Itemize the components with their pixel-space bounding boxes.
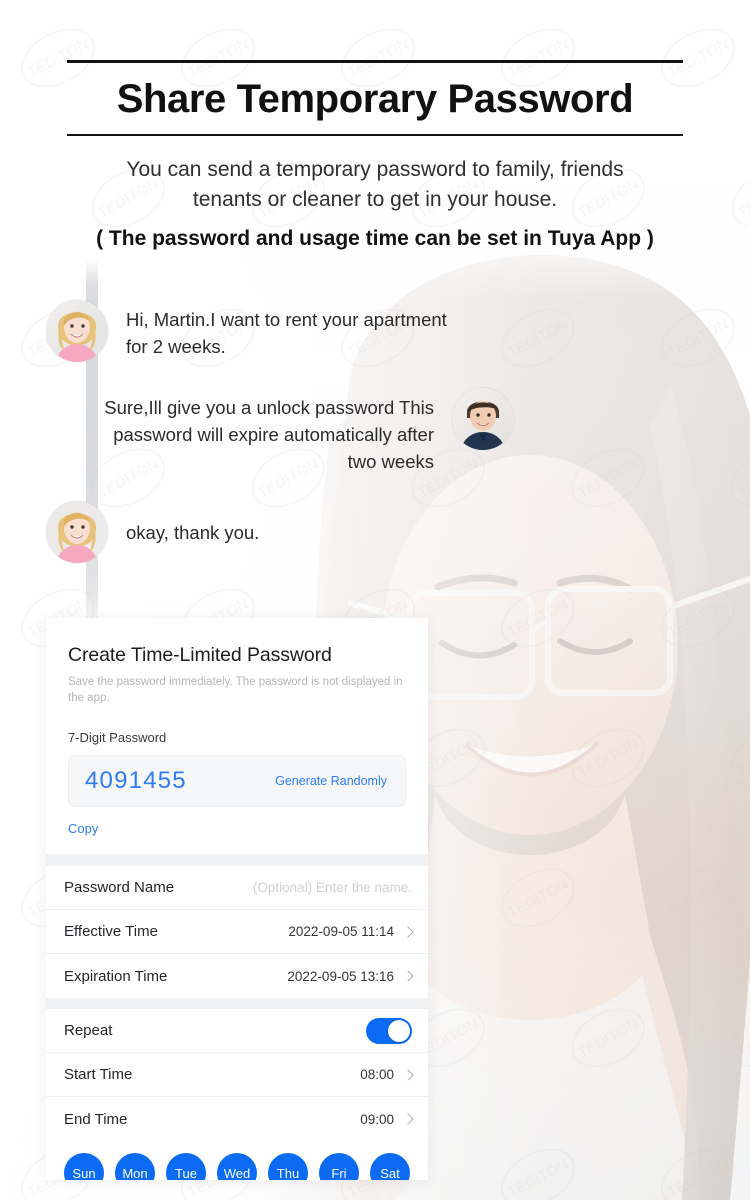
toggle-knob (388, 1019, 410, 1042)
weekday-wed[interactable]: Wed (217, 1153, 257, 1180)
chat-conversation: Hi, Martin.I want to rent your apartment… (0, 300, 750, 575)
row-time-0[interactable]: Start Time 08:00 (46, 1053, 428, 1098)
chevron-right-icon (402, 1113, 414, 1125)
row-placeholder[interactable]: (Optional) Enter the name. (253, 880, 412, 895)
weekday-sun[interactable]: Sun (64, 1153, 104, 1180)
card-title: Create Time-Limited Password (68, 644, 332, 666)
password-input-box[interactable]: 4091455 Generate Randomly (68, 755, 406, 808)
section-divider (46, 854, 428, 867)
row-value: 08:00 (360, 1067, 394, 1083)
avatar-woman (46, 501, 108, 564)
row-value-group: 2022-09-05 11:14 (288, 924, 414, 940)
settings-group-repeat: Repeat Start Time 08:00 End Time 09:00 (46, 1009, 428, 1142)
weekday-tue[interactable]: Tue (166, 1153, 206, 1180)
row-setting-1[interactable]: Effective Time 2022-09-05 11:14 (46, 910, 428, 955)
password-value[interactable]: 4091455 (85, 767, 187, 795)
row-value: 09:00 (360, 1111, 394, 1127)
page-note: ( The password and usage time can be set… (96, 226, 654, 250)
row-value-group: 09:00 (360, 1111, 414, 1127)
row-value-group: 2022-09-05 13:16 (287, 968, 414, 984)
avatar-woman (46, 300, 108, 362)
row-label: Start Time (64, 1066, 133, 1084)
chat-message: Hi, Martin.I want to rent your apartment… (0, 300, 750, 362)
section-divider (46, 998, 428, 1010)
chat-message: okay, thank you. (0, 501, 750, 564)
row-setting-0[interactable]: Password Name (Optional) Enter the name. (46, 866, 428, 911)
row-time-1[interactable]: End Time 09:00 (46, 1097, 428, 1141)
row-value-group: 08:00 (360, 1067, 414, 1083)
weekday-sat[interactable]: Sat (370, 1153, 410, 1180)
chevron-right-icon (402, 1068, 414, 1081)
app-screenshot-card: Create Time-Limited Password Save the pa… (46, 618, 428, 1180)
settings-group-times: Start Time 08:00 End Time 09:00 (46, 1053, 428, 1141)
weekday-mon[interactable]: Mon (115, 1153, 155, 1180)
chat-message-text: Hi, Martin.I want to rent your apartment… (126, 309, 447, 357)
row-label: Password Name (64, 879, 175, 897)
chat-message-text: Sure,Ill give you a unlock password This… (104, 397, 434, 472)
row-label: Repeat (64, 1022, 113, 1040)
copy-button[interactable]: Copy (46, 807, 428, 836)
row-label: Effective Time (64, 923, 158, 941)
weekday-fri[interactable]: Fri (319, 1153, 359, 1180)
avatar-man (452, 388, 514, 450)
promo-page: TEDITONTEDITONTEDITONTEDITONTEDITONTEDIT… (0, 0, 750, 1200)
repeat-toggle[interactable] (366, 1017, 412, 1044)
chat-message: Sure,Ill give you a unlock password This… (0, 388, 750, 475)
weekday-selector: Sun Mon Tue Wed Thu Fri Sat (46, 1141, 428, 1180)
page-subtitle-line1: You can send a temporary password to fam… (126, 158, 624, 181)
settings-group-primary: Password Name (Optional) Enter the name. E… (46, 866, 428, 999)
weekday-thu[interactable]: Thu (268, 1153, 308, 1180)
page-subtitle-line2: tenants or cleaner to get in your house. (192, 187, 558, 211)
chevron-right-icon (402, 970, 414, 982)
card-header: Create Time-Limited Password Save the pa… (46, 618, 428, 706)
row-value-group: (Optional) Enter the name. (253, 880, 412, 895)
page-header: Share Temporary Password You can send a … (0, 0, 750, 251)
row-repeat[interactable]: Repeat (46, 1009, 428, 1054)
row-value: 2022-09-05 11:14 (288, 924, 394, 940)
chat-message-text: okay, thank you. (126, 522, 260, 544)
row-setting-2[interactable]: Expiration Time 2022-09-05 13:16 (46, 954, 428, 998)
card-subtitle: Save the password immediately. The passw… (68, 676, 403, 704)
row-label: End Time (64, 1110, 128, 1128)
row-value: 2022-09-05 13:16 (287, 968, 394, 984)
password-field-label: 7-Digit Password (68, 730, 167, 746)
page-title: Share Temporary Password (116, 77, 634, 121)
chevron-right-icon (402, 925, 414, 938)
generate-randomly-button[interactable]: Generate Randomly (275, 774, 387, 788)
row-label: Expiration Time (64, 967, 168, 985)
